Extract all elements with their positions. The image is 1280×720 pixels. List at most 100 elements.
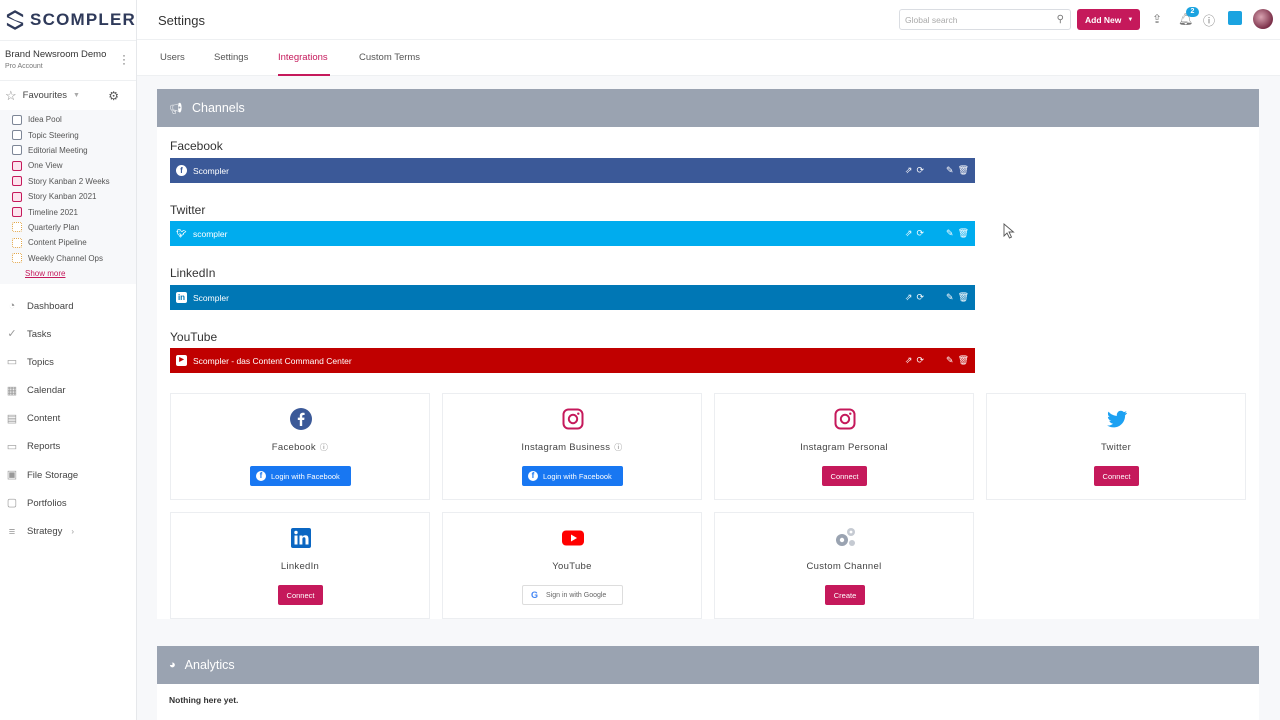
- nav-item-reports[interactable]: ▭ Reports: [0, 433, 136, 461]
- channel-account-name: Scompler: [193, 292, 229, 303]
- favourite-item[interactable]: Content Pipeline: [0, 235, 136, 250]
- favourite-item[interactable]: Weekly Channel Ops: [0, 251, 136, 266]
- connector-name: Custom Channel: [806, 561, 882, 572]
- tasks-icon: ✓: [7, 328, 17, 341]
- nav-item-file-storage[interactable]: ▣ File Storage: [0, 461, 136, 489]
- favourite-label: Story Kanban 2 Weeks: [28, 176, 110, 186]
- nav-label: Strategy: [27, 526, 63, 537]
- channel-group-label: Twitter: [170, 203, 206, 217]
- favourite-item[interactable]: Story Kanban 2 Weeks: [0, 174, 136, 189]
- connector-name: LinkedIn: [280, 561, 320, 572]
- main-nav: ◔ Dashboard ✓ Tasks ▭ Topics ▦ Calendar ▤ Con…: [0, 284, 136, 546]
- nav-label: Topics: [27, 356, 54, 368]
- nav-item-tasks[interactable]: ✓ Tasks: [0, 320, 136, 348]
- add-new-button[interactable]: Add New ▼: [1077, 9, 1140, 30]
- channel-row-youtube[interactable]: ▶ Scompler - das Content Command Center …: [170, 348, 975, 373]
- caret-down-icon[interactable]: ▼: [73, 92, 80, 99]
- channel-account-name: Scompler - das Content Command Center: [193, 355, 352, 366]
- trash-icon[interactable]: 🗑︎: [958, 355, 969, 366]
- analytics-empty-state: Nothing here yet.: [169, 695, 239, 705]
- main-content: 📢︎ Channels Facebook f Scompler ⇗ ⟳ ✎ 🗑︎ Tw…: [137, 76, 1280, 720]
- channel-row-twitter[interactable]: 🐦︎ scompler ⇗ ⟳ ✎ 🗑︎: [170, 221, 975, 246]
- create-button[interactable]: Create: [825, 585, 865, 605]
- search-input[interactable]: [900, 10, 1045, 30]
- button-label: Sign in with Google: [546, 591, 607, 599]
- refresh-icon[interactable]: ⟳: [916, 292, 924, 303]
- content-icon: ▤: [6, 412, 18, 425]
- favourite-item[interactable]: Idea Pool: [0, 112, 136, 127]
- edit-icon[interactable]: ✎: [946, 165, 954, 176]
- favourite-item[interactable]: Topic Steering: [0, 127, 136, 142]
- refresh-icon[interactable]: ⟳: [916, 228, 924, 239]
- nav-label: Content: [27, 413, 61, 425]
- channel-row-linkedin[interactable]: in Scompler ⇗ ⟳ ✎ 🗑︎: [170, 285, 975, 310]
- page-title: Settings: [158, 13, 205, 28]
- nav-item-topics[interactable]: ▭ Topics: [0, 348, 136, 376]
- board-icon: [12, 191, 22, 202]
- external-link-icon[interactable]: ⇗: [905, 165, 913, 176]
- nav-item-content[interactable]: ▤ Content: [0, 405, 136, 433]
- connector-card-instagram-personal: Instagram Personal Connect: [714, 393, 974, 500]
- kebab-menu-icon[interactable]: · · ·: [122, 49, 126, 69]
- youtube-icon: [562, 530, 584, 546]
- tab-users[interactable]: Users: [160, 52, 185, 63]
- upload-icon[interactable]: ⇪: [1152, 12, 1162, 26]
- trash-icon[interactable]: 🗑︎: [958, 228, 969, 239]
- connect-button[interactable]: Connect: [278, 585, 323, 605]
- favourite-label: Topic Steering: [28, 130, 79, 140]
- edit-icon[interactable]: ✎: [946, 292, 954, 303]
- brand-logo[interactable]: SCOMPLER: [0, 0, 136, 40]
- connect-button[interactable]: Connect: [822, 466, 867, 486]
- edit-icon[interactable]: ✎: [946, 228, 954, 239]
- info-icon[interactable]: ⓘ: [320, 443, 328, 452]
- account-type: Pro Account: [5, 63, 43, 70]
- show-more-link[interactable]: Show more: [0, 269, 136, 278]
- account-name: Brand Newsroom Demo: [5, 49, 107, 60]
- global-search[interactable]: ⚲: [899, 9, 1071, 30]
- megaphone-icon: 📢︎: [169, 102, 183, 115]
- login-with-facebook-button[interactable]: f Login with Facebook: [522, 466, 623, 486]
- gears-icon: [836, 528, 855, 546]
- facebook-icon: [290, 408, 312, 430]
- nav-item-strategy[interactable]: ≡ Strategy ›: [0, 517, 136, 545]
- gear-icon[interactable]: ⚙: [108, 89, 119, 103]
- external-link-icon[interactable]: ⇗: [905, 228, 913, 239]
- favourite-item[interactable]: One View: [0, 158, 136, 173]
- favourite-item[interactable]: Editorial Meeting: [0, 143, 136, 158]
- favourite-item[interactable]: Quarterly Plan: [0, 220, 136, 235]
- trash-icon[interactable]: 🗑︎: [958, 165, 969, 176]
- tab-settings[interactable]: Settings: [214, 52, 248, 63]
- tab-integrations[interactable]: Integrations: [278, 52, 328, 63]
- info-icon[interactable]: ⓘ: [614, 443, 622, 452]
- search-icon[interactable]: ⚲: [1057, 14, 1064, 25]
- connect-button[interactable]: Connect: [1094, 466, 1139, 486]
- channel-row-facebook[interactable]: f Scompler ⇗ ⟳ ✎ 🗑︎: [170, 158, 975, 183]
- nav-item-calendar[interactable]: ▦ Calendar: [0, 376, 136, 404]
- refresh-icon[interactable]: ⟳: [916, 355, 924, 366]
- favourite-item[interactable]: Timeline 2021: [0, 204, 136, 219]
- user-avatar[interactable]: [1253, 9, 1273, 29]
- favourites-header[interactable]: ☆ Favourites ▼ ⚙: [0, 80, 136, 110]
- tab-custom-terms[interactable]: Custom Terms: [359, 52, 420, 63]
- connector-name: Facebook ⓘ: [271, 442, 329, 453]
- sign-in-with-google-button[interactable]: G Sign in with Google: [522, 585, 623, 605]
- external-link-icon[interactable]: ⇗: [905, 292, 913, 303]
- refresh-icon[interactable]: ⟳: [916, 165, 924, 176]
- brand-name: SCOMPLER: [30, 10, 136, 29]
- favourite-label: Timeline 2021: [28, 207, 78, 217]
- analytics-panel: ◕ Analytics Nothing here yet.: [157, 646, 1259, 720]
- login-with-facebook-button[interactable]: f Login with Facebook: [250, 466, 351, 486]
- channel-group-label: Facebook: [170, 139, 223, 153]
- mouse-cursor-icon: [1003, 223, 1015, 239]
- top-bar: Settings ⚲ Add New ▼ ⇪ 🔔︎ 2 ⓘ: [137, 0, 1280, 40]
- nav-item-dashboard[interactable]: ◔ Dashboard: [0, 292, 136, 320]
- app-switcher-icon[interactable]: [1228, 11, 1242, 25]
- edit-icon[interactable]: ✎: [946, 355, 954, 366]
- info-icon[interactable]: ⓘ: [1203, 12, 1215, 29]
- chevron-right-icon: ›: [71, 527, 75, 536]
- favourite-item[interactable]: Story Kanban 2021: [0, 189, 136, 204]
- nav-item-portfolios[interactable]: ▢ Portfolios: [0, 489, 136, 517]
- account-switcher[interactable]: Brand Newsroom Demo Pro Account · · ·: [0, 40, 136, 80]
- trash-icon[interactable]: 🗑︎: [958, 292, 969, 303]
- external-link-icon[interactable]: ⇗: [905, 355, 913, 366]
